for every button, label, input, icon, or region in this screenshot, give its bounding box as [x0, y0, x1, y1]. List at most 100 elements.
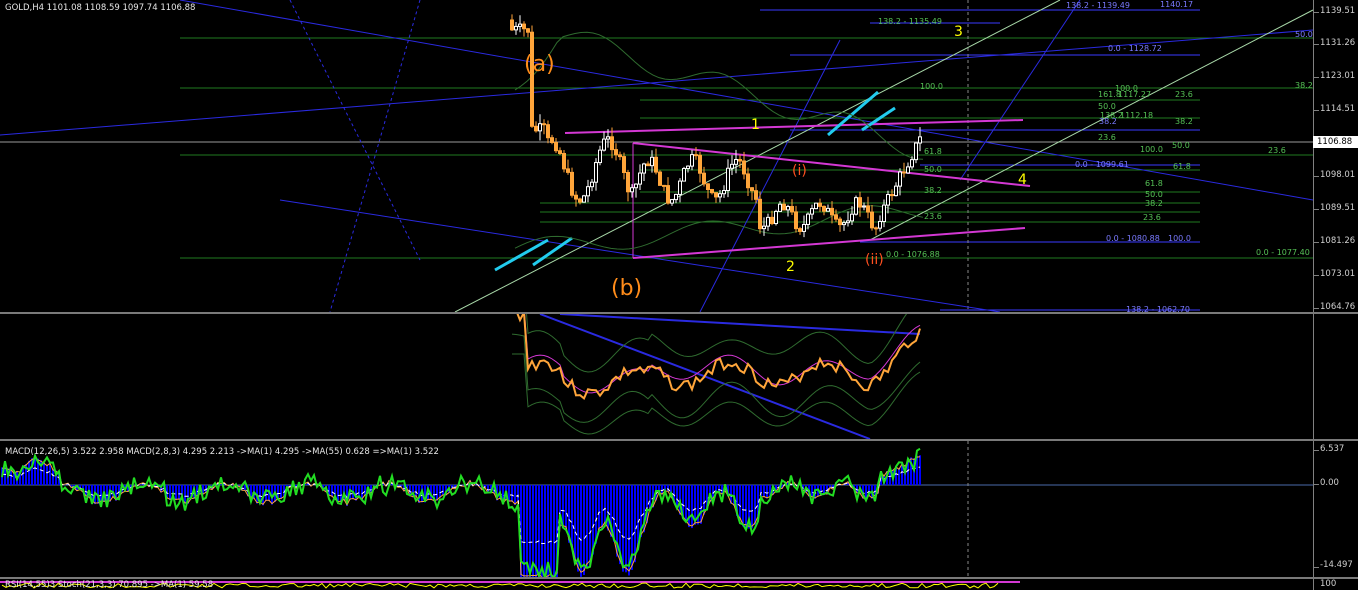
candle-body	[658, 171, 662, 186]
candle-body	[682, 168, 686, 182]
bands-indicator-pane[interactable]	[0, 314, 1313, 439]
candle-body	[842, 222, 846, 226]
fib-level-label: 100.0	[1140, 145, 1163, 154]
price-scale-label: 1064.76	[1320, 302, 1356, 312]
candle-body	[898, 171, 902, 187]
fib-level-label: 1140.17	[1160, 0, 1194, 9]
trendline	[959, 0, 1081, 181]
candle-body	[714, 192, 718, 198]
price-scale-tick	[1314, 176, 1319, 177]
fib-level-label: 0.0 - 1099.61	[1075, 160, 1129, 169]
candle-body	[698, 154, 702, 174]
candle-body	[774, 210, 778, 225]
candle-body	[694, 154, 698, 157]
trendline	[329, 0, 421, 312]
parallel-marker	[827, 90, 879, 137]
stoch-title: RSI(14,55)3 Stoch(21,3,3) 70.895 ->MA(1)…	[5, 580, 214, 590]
wave-label-2: 2	[786, 259, 795, 275]
indicator-trendline	[559, 314, 921, 335]
wave-label-3: 3	[954, 24, 963, 40]
candle-body	[778, 203, 782, 212]
wave-label-ii: (ii)	[865, 252, 884, 268]
candle-body	[802, 223, 806, 232]
candle-body	[862, 205, 866, 208]
candle-body	[526, 28, 530, 33]
candle-body	[586, 186, 590, 197]
stoch-scale-top: 100	[1320, 579, 1337, 589]
macd-pane[interactable]: MACD(12,26,5) 3.522 2.958 MACD(2,8,3) 4.…	[0, 441, 1313, 577]
wave-label-a: (a)	[524, 52, 555, 77]
indicator-band-outer	[512, 353, 921, 435]
macd-canvas[interactable]	[0, 441, 1313, 577]
wave-label-4: 4	[1018, 172, 1027, 188]
candle-body	[906, 166, 910, 174]
symbol-header: GOLD,H4 1101.08 1108.59 1097.74 1106.88	[5, 3, 196, 13]
candle-body	[602, 138, 606, 151]
candle-body	[538, 123, 542, 132]
candle-body	[894, 185, 898, 197]
price-scale-label: 1081.26	[1320, 236, 1356, 246]
macd-scale-top: 6.537	[1320, 444, 1345, 454]
fib-level-label: 23.6	[1098, 133, 1116, 142]
candle-body	[722, 190, 726, 195]
candle-body	[702, 172, 706, 185]
price-scale-tick	[1314, 275, 1319, 276]
stoch-pane[interactable]: RSI(14,55)3 Stoch(21,3,3) 70.895 ->MA(1)…	[0, 579, 1313, 590]
price-scale[interactable]: 1139.51 1131.26 1123.01 1114.51 1106.88 1098.…	[1313, 0, 1358, 312]
bollinger-band-upper	[514, 31, 924, 160]
candle-body	[598, 149, 602, 164]
candle-body	[574, 194, 578, 200]
fib-level-label: 100.0	[920, 82, 943, 91]
candle-body	[566, 168, 570, 173]
candle-body	[766, 216, 770, 227]
candle-body	[522, 23, 526, 30]
candle-body	[854, 197, 858, 215]
price-scale-label: 1131.26	[1320, 38, 1356, 48]
candle-body	[690, 154, 694, 167]
candle-body	[874, 227, 878, 230]
price-scale-label: 1123.01	[1320, 71, 1356, 81]
candle-body	[850, 213, 854, 222]
candle-body	[534, 125, 538, 132]
candle-body	[530, 31, 534, 127]
candle-body	[866, 205, 870, 213]
candle-body	[650, 156, 654, 167]
candle-body	[762, 225, 766, 230]
candle-body	[546, 124, 550, 139]
fib-level-label: 50.0	[924, 165, 942, 174]
candle-body	[646, 163, 650, 167]
candle-body	[914, 142, 918, 161]
fib-level-label: 100.0	[1168, 234, 1191, 243]
bands-indicator-canvas[interactable]	[0, 314, 1313, 439]
candle-body	[610, 136, 614, 151]
price-scale-tick	[1314, 209, 1319, 210]
fib-level-label: 38.2	[924, 186, 942, 195]
price-scale-tick	[1314, 44, 1319, 45]
candle-body	[558, 150, 562, 154]
candle-body	[818, 202, 822, 207]
fib-level-label: 50.0	[1145, 190, 1163, 199]
candle-body	[642, 163, 646, 174]
candle-body	[806, 213, 810, 225]
triangle-line	[632, 227, 1026, 259]
candle-body	[542, 123, 546, 126]
stoch-scale: 100	[1313, 579, 1358, 590]
candle-body	[510, 19, 514, 31]
fib-level-label: 50.0	[1172, 141, 1190, 150]
indicator-band-lower	[511, 333, 921, 423]
fib-level-label: 1117.27	[1118, 90, 1152, 99]
fib-level-label: 23.6	[1268, 146, 1286, 155]
fib-level-label: 138.2 - 1135.49	[878, 17, 942, 26]
candle-body	[742, 160, 746, 175]
candle-body	[750, 187, 754, 192]
candle-body	[870, 211, 874, 229]
candle-body	[654, 156, 658, 173]
fib-level-label: 23.6	[1175, 90, 1193, 99]
candle-body	[846, 220, 850, 224]
candle-body	[730, 163, 734, 169]
macd-fast-line	[1, 447, 921, 577]
fib-level-label: 138.2 - 1139.49	[1066, 1, 1130, 10]
candle-body	[718, 193, 722, 198]
price-scale-label: 1073.01	[1320, 269, 1356, 279]
price-chart-pane[interactable]: GOLD,H4 1101.08 1108.59 1097.74 1106.88 …	[0, 0, 1313, 312]
